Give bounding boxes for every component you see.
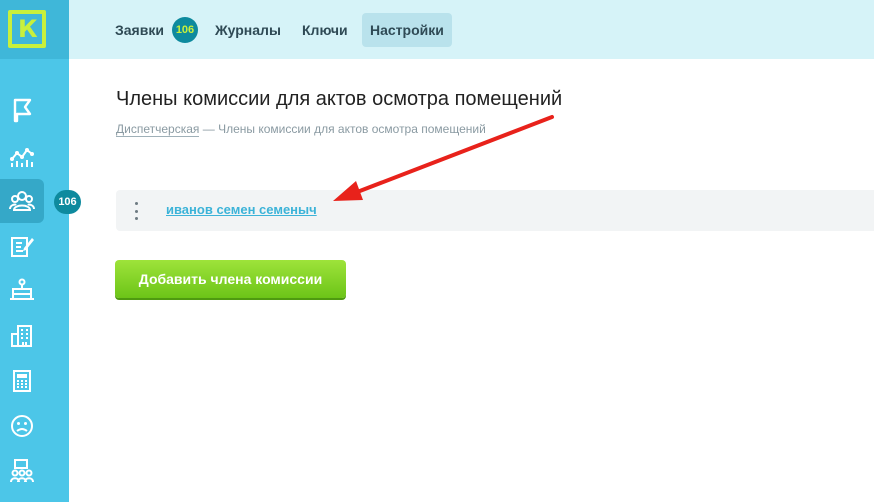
logo-area[interactable]: К	[0, 0, 69, 59]
list-item: иванов семен семеныч	[116, 190, 874, 231]
logo: К	[8, 10, 46, 48]
breadcrumb-current: Члены комиссии для актов осмотра помещен…	[218, 122, 486, 136]
breadcrumb-separator: —	[202, 122, 215, 136]
annotation-arrow-icon	[333, 115, 554, 201]
tab-journals[interactable]: Журналы	[215, 13, 281, 47]
calculator-icon	[13, 370, 31, 392]
top-navigation: Заявки 106 Журналы Ключи Настройки	[69, 0, 874, 59]
breadcrumb-link-dispatch[interactable]: Диспетчерская	[116, 122, 200, 137]
requests-count-badge: 106	[172, 17, 198, 43]
sidebar-item-team[interactable]	[0, 449, 44, 493]
users-group-icon	[9, 191, 35, 211]
sidebar-item-calculator[interactable]	[0, 359, 44, 403]
logo-letter: К	[18, 15, 38, 43]
sidebar-item-complaints[interactable]	[0, 404, 44, 448]
sidebar-item-flag[interactable]	[0, 88, 44, 132]
sidebar: К 106	[0, 0, 81, 502]
flag-icon	[13, 98, 32, 123]
tab-requests[interactable]: Заявки	[115, 13, 164, 47]
app-root: К 106 Заявки 106 Журналы Ключи Настройки…	[0, 0, 874, 502]
tab-keys[interactable]: Ключи	[302, 13, 348, 47]
add-member-button[interactable]: Добавить члена комиссии	[115, 260, 346, 298]
building-icon	[11, 325, 32, 347]
edit-document-icon	[11, 237, 34, 257]
breadcrumb: Диспетчерская — Члены комиссии для актов…	[116, 122, 486, 137]
tab-settings[interactable]: Настройки	[362, 13, 452, 47]
chart-icon	[10, 148, 34, 167]
sad-face-icon	[11, 415, 33, 437]
sidebar-item-chart[interactable]	[0, 134, 44, 178]
page-title: Члены комиссии для актов осмотра помещен…	[116, 88, 563, 110]
sidebar-item-edit[interactable]	[0, 224, 44, 268]
sidebar-item-users[interactable]	[0, 179, 44, 223]
sidebar-badge: 106	[54, 190, 81, 214]
sidebar-item-tray[interactable]	[0, 268, 44, 312]
drag-handle-icon[interactable]	[133, 202, 139, 220]
team-icon	[10, 459, 34, 483]
member-name-link[interactable]: иванов семен семеныч	[166, 202, 317, 217]
sidebar-item-building[interactable]	[0, 314, 44, 358]
tray-icon	[10, 278, 34, 300]
